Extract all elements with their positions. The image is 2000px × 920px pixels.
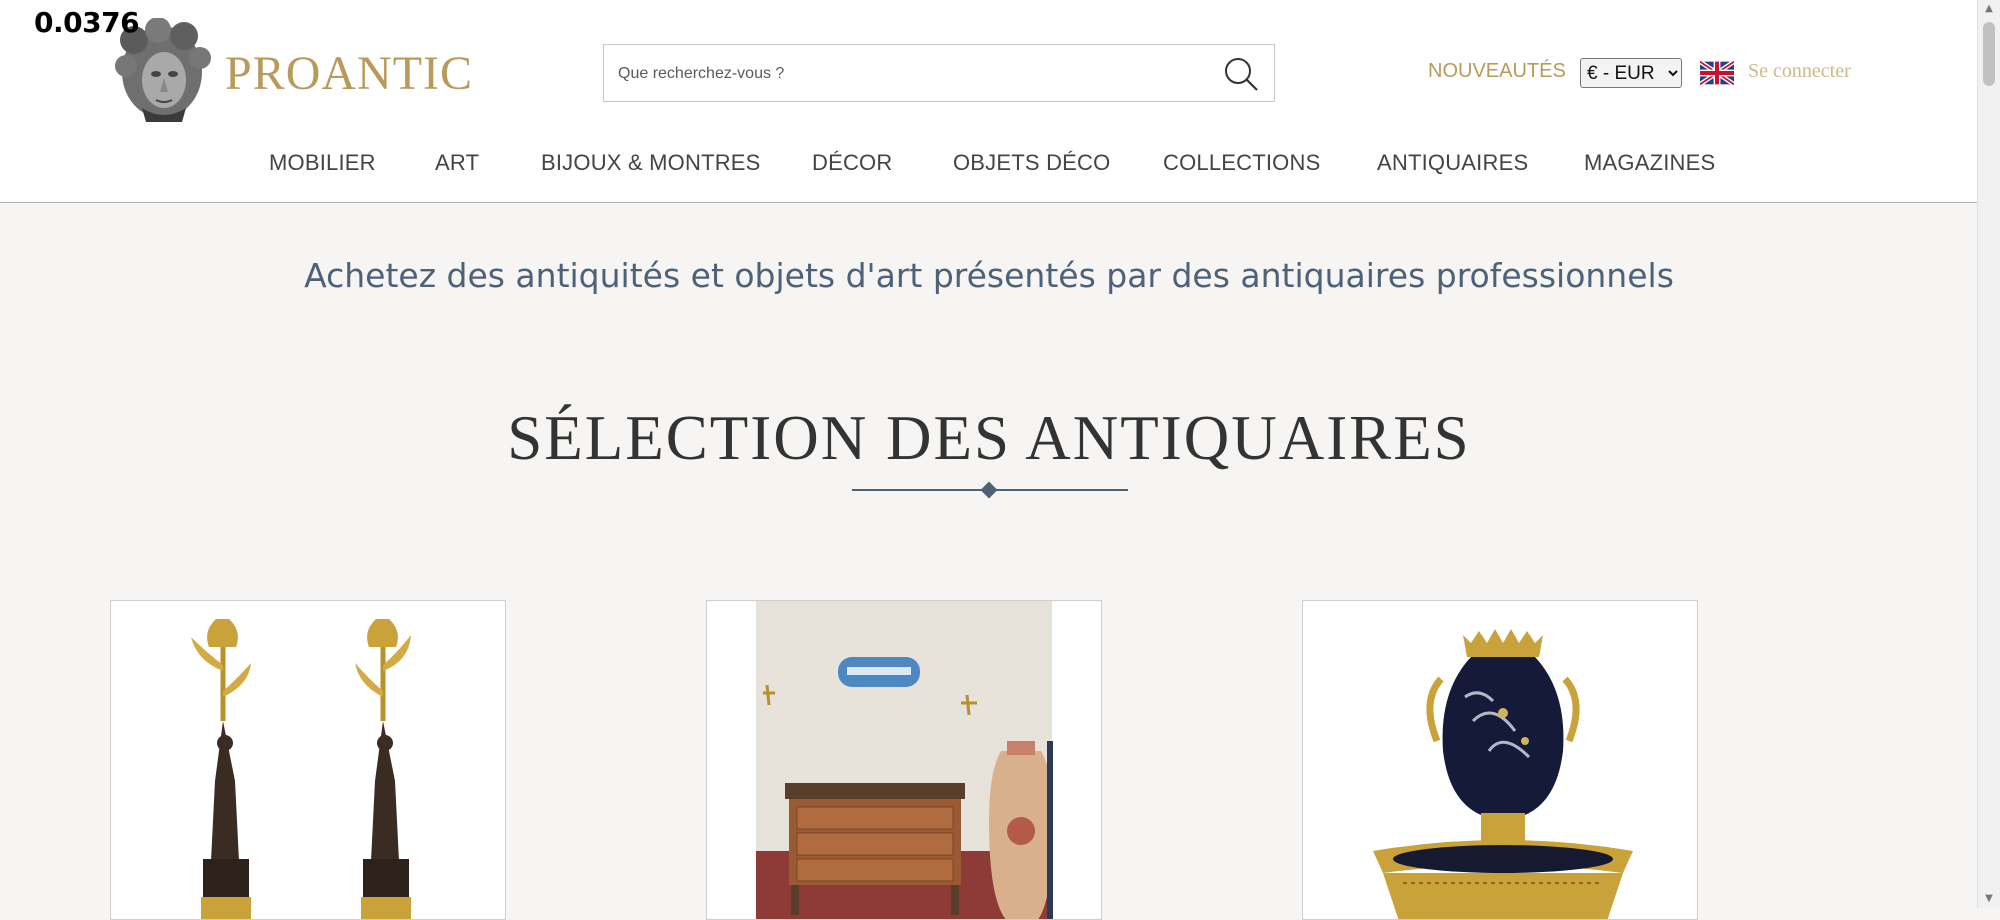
nav-item-magazines[interactable]: MAGAZINES — [1584, 150, 1715, 176]
section-title: SÉLECTION DES ANTIQUAIRES — [507, 403, 1471, 473]
candelabra-right — [355, 619, 411, 919]
scroll-thumb[interactable] — [1983, 22, 1995, 86]
overlay-value: 0.0376 — [34, 6, 140, 39]
currency-select[interactable]: € - EUR — [1580, 58, 1682, 88]
product-image-vase — [1373, 629, 1633, 919]
uk-flag-icon[interactable] — [1700, 61, 1734, 85]
site-header: PROANTIC NOUVEAUTÉS € - EUR Se connecter… — [0, 0, 1978, 203]
candelabra-left — [191, 619, 251, 919]
product-card-commode[interactable] — [706, 600, 1102, 920]
nav-item-antiquaires[interactable]: ANTIQUAIRES — [1377, 150, 1528, 176]
product-image-candelabra — [191, 619, 411, 919]
new-arrivals-link[interactable]: NOUVEAUTÉS — [1428, 60, 1566, 83]
scroll-down-arrow-icon[interactable]: ▼ — [1978, 890, 2000, 908]
tagline: Achetez des antiquités et objets d'art p… — [304, 256, 1674, 295]
product-card-vase[interactable] — [1302, 600, 1698, 920]
search-input[interactable] — [616, 45, 1200, 103]
title-divider-diamond — [980, 481, 998, 499]
search-box — [603, 44, 1275, 103]
nav-item-collections[interactable]: COLLECTIONS — [1163, 150, 1320, 176]
scroll-up-arrow-icon[interactable]: ▲ — [1978, 0, 2000, 18]
nav-item-decor[interactable]: DÉCOR — [812, 150, 892, 176]
vertical-scrollbar[interactable]: ▲ ▼ — [1977, 0, 2000, 908]
nav-item-art[interactable]: ART — [435, 150, 479, 176]
login-link[interactable]: Se connecter — [1748, 60, 1851, 83]
brand-name[interactable]: PROANTIC — [225, 46, 473, 101]
main-nav: MOBILIER ART BIJOUX & MONTRES DÉCOR OBJE… — [0, 150, 1978, 180]
nav-item-objets-deco[interactable]: OBJETS DÉCO — [953, 150, 1110, 176]
product-image-commode — [756, 601, 1053, 919]
search-icon[interactable] — [1222, 55, 1260, 93]
product-card-candelabra[interactable] — [110, 600, 506, 920]
nav-item-bijoux-montres[interactable]: BIJOUX & MONTRES — [541, 150, 761, 176]
nav-item-mobilier[interactable]: MOBILIER — [269, 150, 376, 176]
